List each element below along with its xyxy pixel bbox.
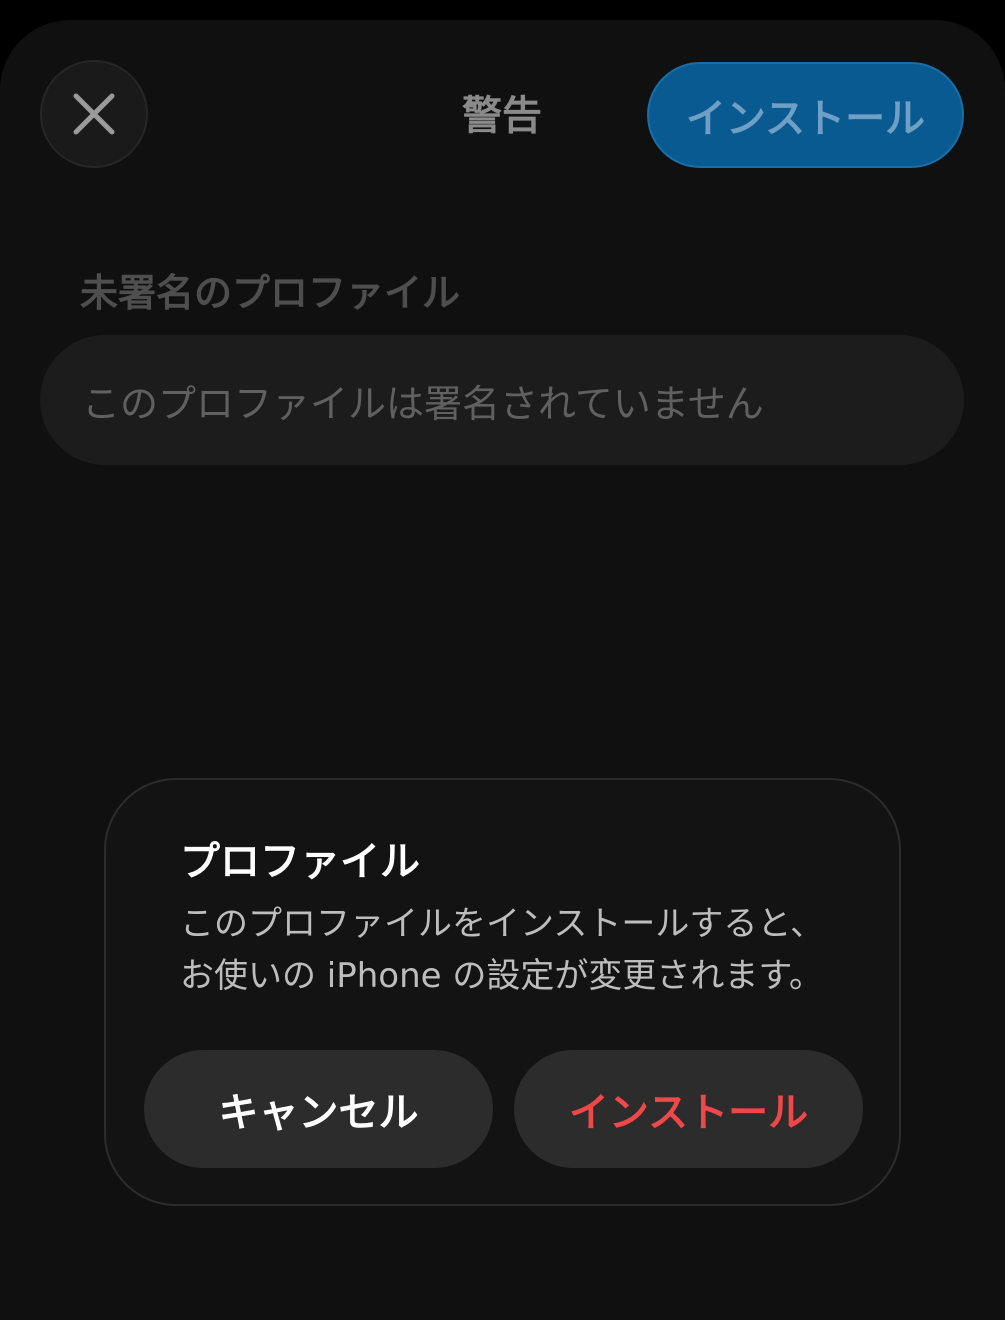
close-icon <box>73 93 115 135</box>
section-header-unsigned-profile: 未署名のプロファイル <box>80 271 461 315</box>
install-confirmation-alert: プロファイル このプロファイルをインストールすると、 お使いの iPhone の… <box>104 778 901 1206</box>
alert-title: プロファイル <box>180 839 420 885</box>
page-title: 警告 <box>462 93 542 139</box>
alert-message-line-2: お使いの iPhone の設定が変更されます。 <box>180 956 823 996</box>
unsigned-profile-info-row: このプロファイルは署名されていません <box>40 335 964 465</box>
install-button-top[interactable]: インストール <box>647 62 964 168</box>
cancel-button[interactable]: キャンセル <box>144 1050 493 1168</box>
alert-message-line-1: このプロファイルをインストールすると、 <box>180 904 824 944</box>
install-confirm-button[interactable]: インストール <box>514 1050 863 1168</box>
close-button[interactable] <box>40 60 148 168</box>
info-row-text: このプロファイルは署名されていません <box>82 381 764 426</box>
alert-message: このプロファイルをインストールすると、 お使いの iPhone の設定が変更され… <box>180 898 860 1002</box>
